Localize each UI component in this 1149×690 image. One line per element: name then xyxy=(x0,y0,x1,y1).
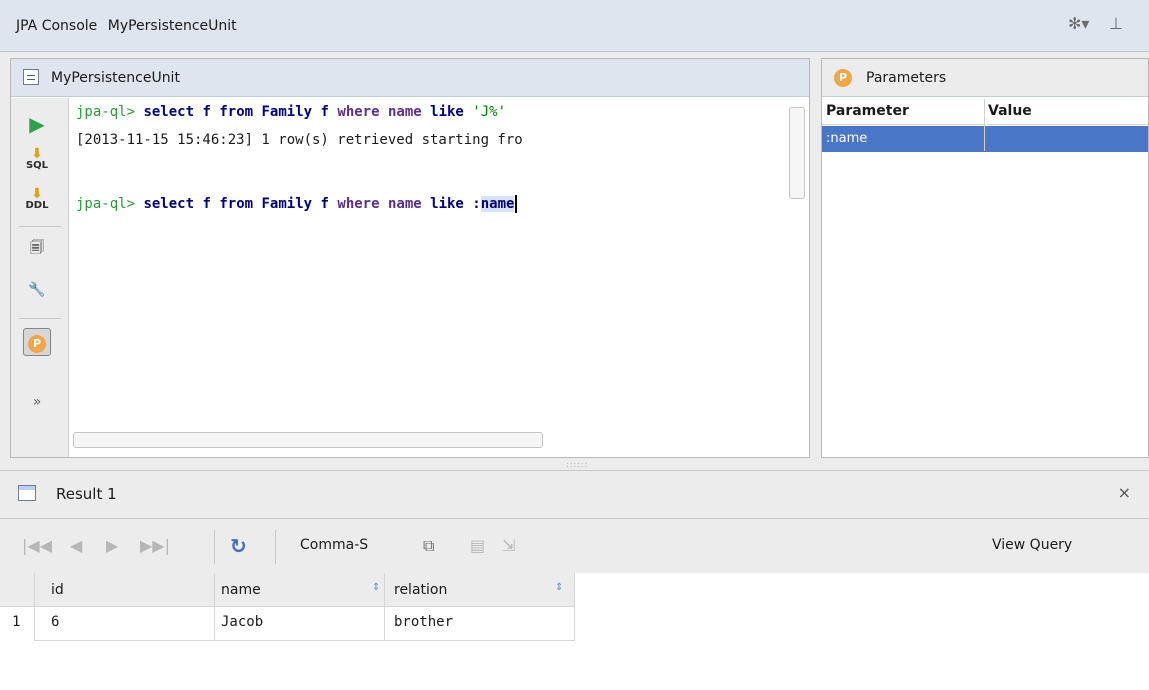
refresh-icon[interactable]: ↻ xyxy=(230,534,247,558)
column-header-id[interactable]: id xyxy=(51,582,64,598)
ddl-icon[interactable]: ⬇ DDL xyxy=(23,187,51,216)
toolbar-separator xyxy=(275,530,276,564)
gear-dropdown-icon[interactable]: ✻▾ xyxy=(1068,14,1089,34)
export-format-dropdown[interactable]: Comma-S xyxy=(300,537,368,553)
column-divider xyxy=(384,573,385,641)
console-header: MyPersistenceUnit xyxy=(11,59,809,97)
next-page-icon[interactable]: ▶ xyxy=(106,534,118,558)
cell-name[interactable]: Jacob xyxy=(221,614,263,630)
vertical-scrollbar[interactable] xyxy=(789,107,805,199)
results-grid: id name ⇕ relation ⇕ 1 6 Jacob brother xyxy=(0,573,1149,690)
parameters-header: P Parameters xyxy=(822,59,1148,97)
sort-icon[interactable]: ⇕ xyxy=(555,582,563,593)
column-header-parameter[interactable]: Parameter xyxy=(826,103,909,119)
results-panel: Result 1 × |◀◀ ◀ ▶ ▶▶| ↻ Comma-S ⧉ ▤ ⇲ V… xyxy=(0,470,1149,690)
close-icon[interactable]: × xyxy=(1118,483,1131,502)
splitter-grip[interactable]: :::::: xyxy=(566,460,588,469)
column-divider xyxy=(34,573,35,641)
results-toolbar: |◀◀ ◀ ▶ ▶▶| ↻ Comma-S ⧉ ▤ ⇲ View Query xyxy=(0,520,1149,572)
parameters-header-icon: P xyxy=(834,69,852,87)
cell-relation[interactable]: brother xyxy=(394,614,453,630)
view-query-button[interactable]: View Query xyxy=(992,537,1072,553)
parameters-panel: P Parameters Parameter Value :name xyxy=(821,58,1149,458)
sql-icon[interactable]: ⬇ SQL xyxy=(23,147,51,176)
results-tab-title: Result 1 xyxy=(56,485,117,503)
cell-id[interactable]: 6 xyxy=(51,614,59,630)
more-icon[interactable]: » xyxy=(23,388,51,416)
row-divider xyxy=(34,640,574,641)
export-icon[interactable]: ⇲ xyxy=(502,534,515,558)
row-number-cell: 1 xyxy=(12,614,21,630)
history-icon[interactable]: 🗐 xyxy=(23,234,51,262)
column-header-value[interactable]: Value xyxy=(988,103,1032,119)
first-page-icon[interactable]: |◀◀ xyxy=(22,534,52,558)
parameters-title: Parameters xyxy=(866,70,947,86)
sort-icon[interactable]: ⇕ xyxy=(372,582,380,593)
pin-icon[interactable]: ⊥ xyxy=(1106,14,1126,34)
copy-icon[interactable]: ⧉ xyxy=(423,534,434,558)
query-editor[interactable]: jpa-ql> select f from Family f where nam… xyxy=(70,98,785,437)
settings-icon[interactable]: 🔧 xyxy=(23,276,51,304)
horizontal-scrollbar[interactable] xyxy=(73,432,543,448)
console-file-icon xyxy=(23,69,39,85)
query-log-line: [2013-11-15 15:46:23] 1 row(s) retrieved… xyxy=(76,132,523,148)
query-line: jpa-ql> select f from Family f where nam… xyxy=(76,104,507,120)
results-tab[interactable]: Result 1 × xyxy=(0,471,1149,519)
console-panel: MyPersistenceUnit ▶ ⬇ SQL ⬇ DDL 🗐 🔧 P » jp… xyxy=(10,58,810,458)
previous-page-icon[interactable]: ◀ xyxy=(70,534,82,558)
toolbar-separator xyxy=(214,530,215,564)
toolbar-separator xyxy=(19,226,61,227)
window-title: JPA Console MyPersistenceUnit xyxy=(16,18,237,34)
grid-header: id name ⇕ relation ⇕ xyxy=(0,573,574,607)
column-divider xyxy=(984,99,985,151)
column-header-name[interactable]: name xyxy=(221,582,261,598)
toolbar-separator xyxy=(19,318,61,319)
run-icon[interactable]: ▶ xyxy=(23,110,51,138)
console-toolbar: ▶ ⬇ SQL ⬇ DDL 🗐 🔧 P » xyxy=(11,98,69,457)
window-subtitle: MyPersistenceUnit xyxy=(107,18,237,34)
console-title-bar: JPA Console MyPersistenceUnit ✻▾ ⊥ xyxy=(0,0,1149,52)
console-title: MyPersistenceUnit xyxy=(51,70,180,86)
parameter-row[interactable]: :name xyxy=(822,126,1148,152)
column-divider xyxy=(214,573,215,641)
column-header-relation[interactable]: relation xyxy=(394,582,447,598)
parameters-table-header: Parameter Value xyxy=(822,99,1148,125)
text-cursor xyxy=(515,195,518,213)
query-line: jpa-ql> select f from Family f where nam… xyxy=(76,190,518,218)
column-divider xyxy=(574,573,575,641)
save-icon[interactable]: ▤ xyxy=(470,534,485,558)
table-icon xyxy=(18,485,36,501)
parameter-name-cell[interactable]: :name xyxy=(826,131,867,146)
last-page-icon[interactable]: ▶▶| xyxy=(140,534,170,558)
window-title-label: JPA Console xyxy=(16,18,98,34)
parameters-icon[interactable]: P xyxy=(23,328,51,356)
